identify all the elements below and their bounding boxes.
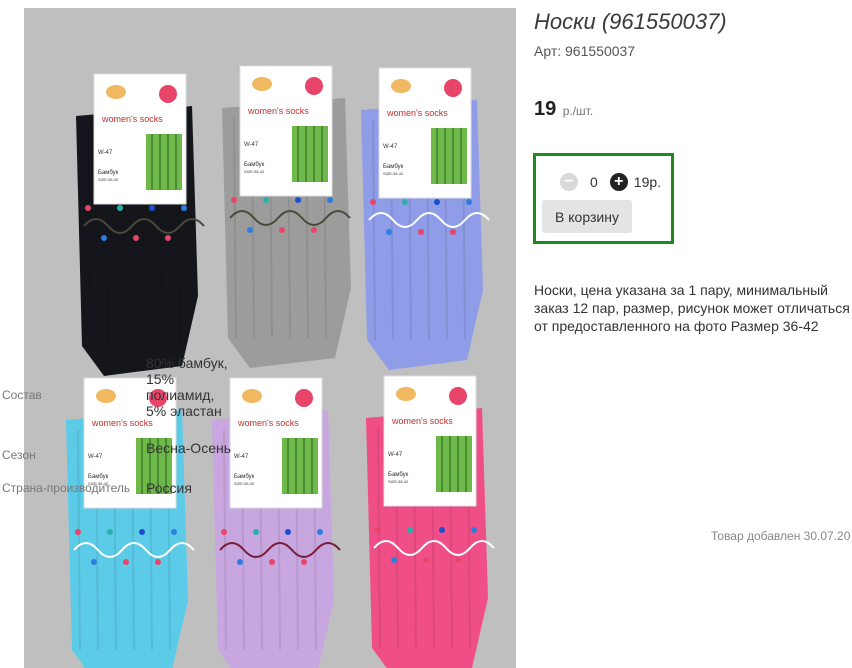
- pattern-dot: [439, 527, 445, 533]
- pattern-dot: [165, 235, 171, 241]
- product-photo[interactable]: women's socks W-47 Бамбук SIZE:36-42 women's…: [24, 8, 516, 668]
- pattern-dot: [263, 197, 269, 203]
- plus-icon[interactable]: +: [609, 173, 628, 191]
- tag-brand-text: women's socks: [101, 114, 163, 124]
- tag-model-text: W-47: [98, 150, 113, 156]
- tag-material-text: Бамбук: [98, 170, 119, 176]
- quantity-value[interactable]: 0: [590, 174, 598, 190]
- pattern-dot: [253, 529, 259, 535]
- pattern-dot: [402, 199, 408, 205]
- pattern-dot: [317, 529, 323, 535]
- pattern-dot: [327, 197, 333, 203]
- tag-size-text: SIZE:36-42: [388, 479, 409, 484]
- property-value: Россия: [146, 480, 192, 496]
- tag-model-text: W-47: [244, 142, 259, 148]
- tag-model-text: W-47: [234, 454, 249, 460]
- pattern-dot: [391, 557, 397, 563]
- product-description: Носки, цена указана за 1 пару, минимальн…: [534, 282, 850, 334]
- pattern-dot: [466, 199, 472, 205]
- property-value: 80% бамбук, 15% полиамид, 5% эластан: [146, 355, 228, 419]
- pattern-dot: [117, 205, 123, 211]
- tag-size-text: SIZE:36-42: [98, 177, 119, 182]
- line-total: 19р.: [633, 174, 662, 190]
- tag-brand-text: women's socks: [391, 416, 453, 426]
- price-value: 19: [534, 98, 557, 120]
- butterfly-logo: [252, 77, 272, 91]
- flower-decoration: [444, 79, 462, 97]
- pattern-dot: [285, 529, 291, 535]
- tag-material-text: Бамбук: [88, 474, 109, 480]
- flower-decoration: [305, 77, 323, 95]
- pattern-dot: [450, 229, 456, 235]
- butterfly-logo: [396, 387, 416, 401]
- quantity-stepper: − 0 + 19р.: [560, 172, 661, 192]
- pattern-dot: [149, 205, 155, 211]
- product-sku: Арт: 961550037: [534, 43, 636, 59]
- product-price: 19 р./шт.: [534, 98, 593, 121]
- pattern-dot: [181, 205, 187, 211]
- pattern-dot: [269, 559, 275, 565]
- pattern-dot: [375, 527, 381, 533]
- added-date-note: Товар добавлен 30.07.20: [711, 529, 851, 543]
- butterfly-logo: [96, 389, 116, 403]
- price-unit: р./шт.: [562, 104, 594, 118]
- tag-brand-text: women's socks: [91, 418, 153, 428]
- pattern-dot: [311, 227, 317, 233]
- pattern-dot: [107, 529, 113, 535]
- tag-material-text: Бамбук: [383, 164, 404, 170]
- pattern-dot: [418, 229, 424, 235]
- tag-brand-text: women's socks: [386, 108, 448, 118]
- minus-icon[interactable]: −: [560, 173, 578, 191]
- butterfly-logo: [106, 85, 126, 99]
- pattern-dot: [301, 559, 307, 565]
- flower-decoration: [449, 387, 467, 405]
- pattern-dot: [455, 557, 461, 563]
- property-label: Сезон: [2, 448, 36, 462]
- flower-decoration: [159, 85, 177, 103]
- tag-model-text: W-47: [383, 144, 398, 150]
- pattern-dot: [231, 197, 237, 203]
- property-value: Весна-Осень: [146, 440, 232, 456]
- tag-model-text: W-47: [388, 452, 403, 458]
- pattern-dot: [133, 235, 139, 241]
- pattern-dot: [370, 199, 376, 205]
- pattern-dot: [91, 559, 97, 565]
- pattern-dot: [423, 557, 429, 563]
- pattern-dot: [434, 199, 440, 205]
- property-label: Страна-производитель: [2, 481, 131, 495]
- pattern-dot: [221, 529, 227, 535]
- tag-size-text: SIZE:36-42: [234, 481, 255, 486]
- product-title: Носки (961550037): [534, 9, 727, 34]
- pattern-dot: [75, 529, 81, 535]
- add-to-cart-button[interactable]: В корзину: [542, 200, 632, 233]
- tag-brand-text: women's socks: [237, 418, 299, 428]
- pattern-dot: [101, 235, 107, 241]
- socks-image: women's socksW-47БамбукSIZE:36-42women's…: [66, 65, 495, 668]
- butterfly-logo: [242, 389, 262, 403]
- tag-size-text: SIZE:36-42: [244, 169, 265, 174]
- pattern-dot: [295, 197, 301, 203]
- tag-size-text: SIZE:36-42: [383, 171, 404, 176]
- butterfly-logo: [391, 79, 411, 93]
- pattern-dot: [171, 529, 177, 535]
- pattern-dot: [155, 559, 161, 565]
- pattern-dot: [386, 229, 392, 235]
- tag-model-text: W-47: [88, 454, 103, 460]
- tag-material-text: Бамбук: [244, 162, 265, 168]
- tag-material-text: Бамбук: [388, 472, 409, 478]
- tag-brand-text: women's socks: [247, 106, 309, 116]
- pattern-dot: [85, 205, 91, 211]
- buy-box: − 0 + 19р. В корзину: [533, 153, 674, 244]
- property-label: Состав: [2, 388, 42, 402]
- pattern-dot: [237, 559, 243, 565]
- pattern-dot: [123, 559, 129, 565]
- pattern-dot: [279, 227, 285, 233]
- tag-material-text: Бамбук: [234, 474, 255, 480]
- pattern-dot: [247, 227, 253, 233]
- pattern-dot: [407, 527, 413, 533]
- pattern-dot: [139, 529, 145, 535]
- flower-decoration: [295, 389, 313, 407]
- pattern-dot: [471, 527, 477, 533]
